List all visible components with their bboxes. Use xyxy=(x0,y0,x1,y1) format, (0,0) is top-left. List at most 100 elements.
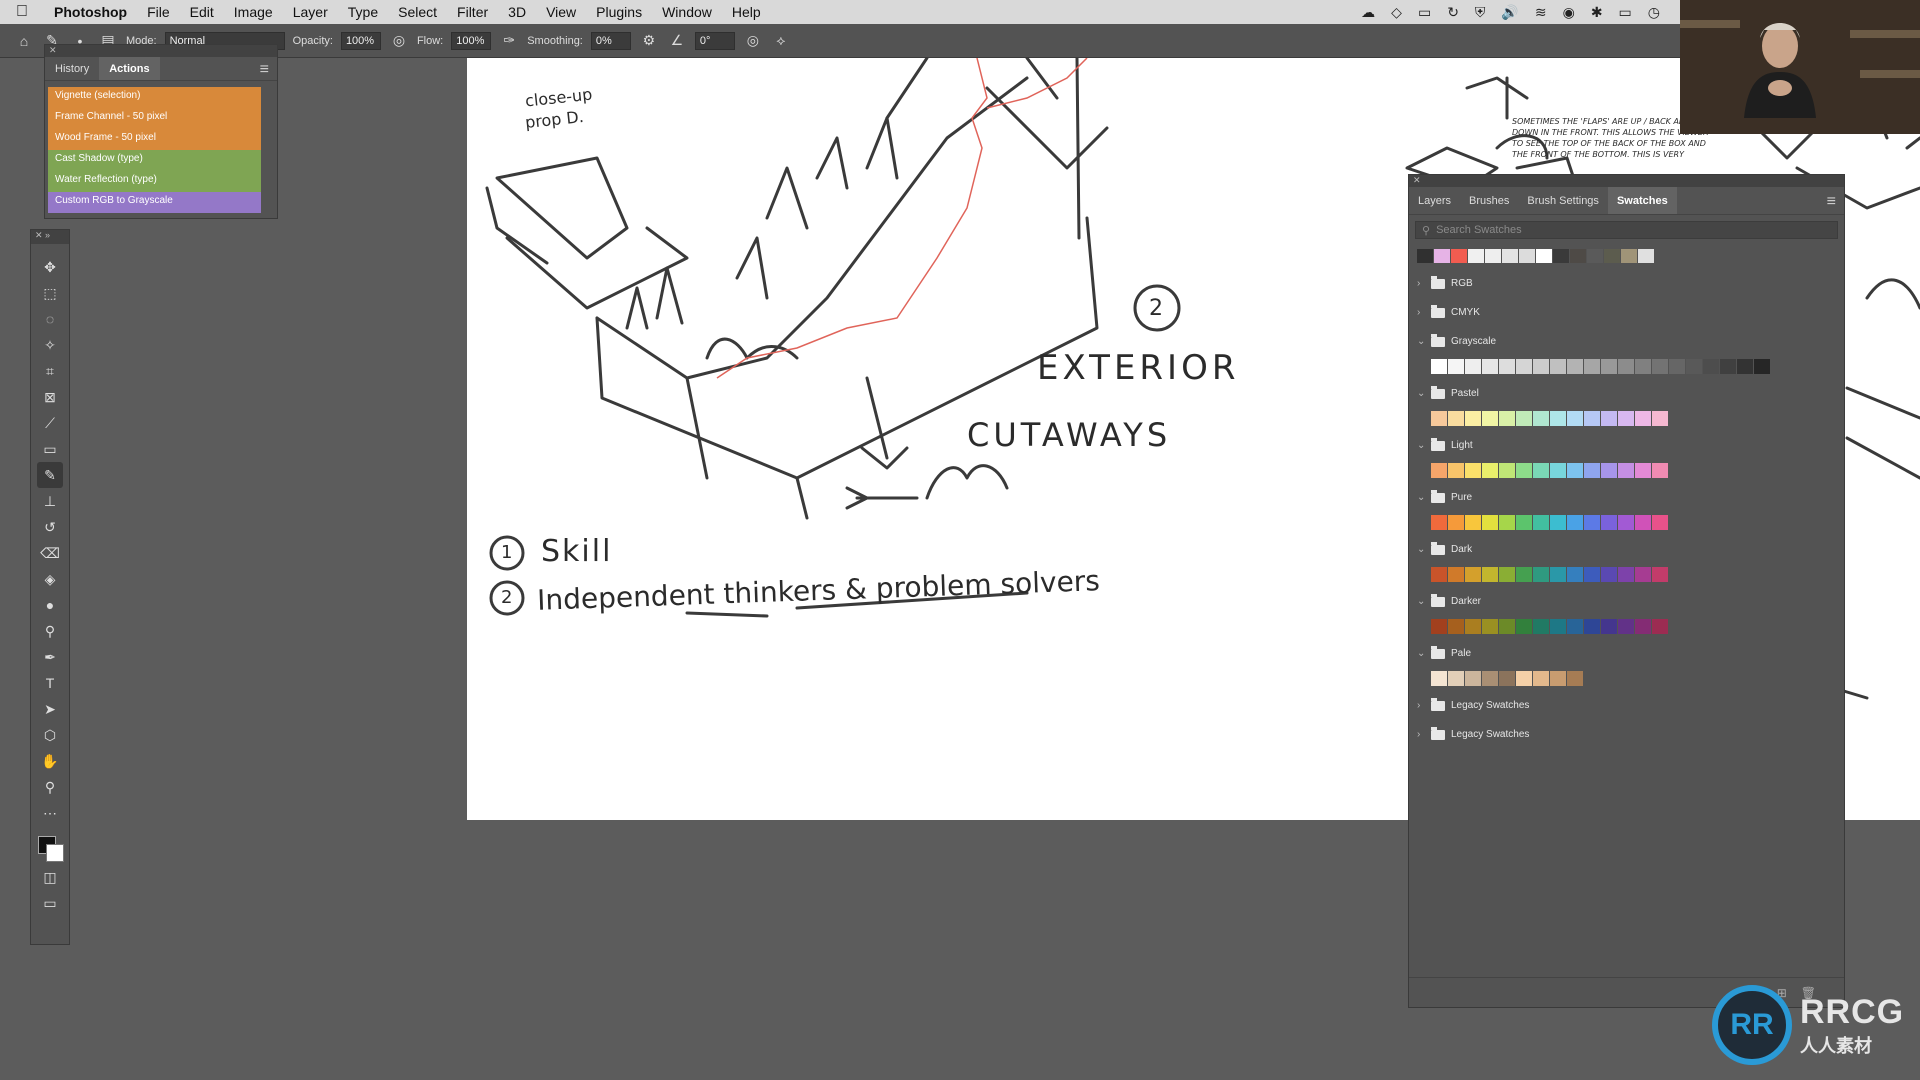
hand-tool-icon[interactable]: ✋ xyxy=(37,748,63,774)
color-swatch[interactable] xyxy=(1601,411,1617,426)
pen-tool-icon[interactable]: ✒ xyxy=(37,644,63,670)
swatch-search-field[interactable]: ⚲ Search Swatches xyxy=(1415,221,1838,239)
color-swatch[interactable] xyxy=(1550,671,1566,686)
color-swatch[interactable] xyxy=(1601,515,1617,530)
color-swatch[interactable] xyxy=(1482,411,1498,426)
color-swatch[interactable] xyxy=(1465,619,1481,634)
crop-tool-icon[interactable]: ⌗ xyxy=(37,358,63,384)
menu-window[interactable]: Window xyxy=(652,4,722,20)
menu-type[interactable]: Type xyxy=(338,4,388,20)
recent-swatch[interactable] xyxy=(1570,249,1586,263)
swatch-group-row[interactable]: ⌄ Pastel xyxy=(1409,379,1844,408)
shield-icon[interactable]: ⛨ xyxy=(1475,4,1486,21)
menu-edit[interactable]: Edit xyxy=(180,4,224,20)
color-swatch[interactable] xyxy=(1584,619,1600,634)
color-swatch[interactable] xyxy=(1550,359,1566,374)
dropbox-icon[interactable]: ◇ xyxy=(1391,4,1402,21)
swatch-group-row[interactable]: › RGB xyxy=(1409,269,1844,298)
panel-menu-icon[interactable]: ≡ xyxy=(1819,187,1844,214)
color-swatch[interactable] xyxy=(1448,411,1464,426)
shape-tool-icon[interactable]: ⬡ xyxy=(37,722,63,748)
battery-icon[interactable]: ▭ xyxy=(1619,4,1632,21)
color-swatch[interactable] xyxy=(1431,411,1447,426)
menu-image[interactable]: Image xyxy=(224,4,283,20)
volume-icon[interactable]: 🔊 xyxy=(1501,4,1518,21)
chevron-down-icon[interactable]: ⌄ xyxy=(1417,336,1425,347)
chevron-down-icon[interactable]: ⌄ xyxy=(1417,596,1425,607)
dodge-tool-icon[interactable]: ⚲ xyxy=(37,618,63,644)
swatch-group-row[interactable]: ⌄ Dark xyxy=(1409,535,1844,564)
color-swatch[interactable] xyxy=(1533,619,1549,634)
swatch-group-row[interactable]: › CMYK xyxy=(1409,298,1844,327)
recent-swatch[interactable] xyxy=(1502,249,1518,263)
chevron-down-icon[interactable]: ⌄ xyxy=(1417,388,1425,399)
color-swatch[interactable] xyxy=(1448,567,1464,582)
color-swatch[interactable] xyxy=(1465,359,1481,374)
chevron-right-icon[interactable]: › xyxy=(1417,278,1425,289)
color-swatch[interactable] xyxy=(1431,359,1447,374)
color-swatch[interactable] xyxy=(1550,515,1566,530)
color-swatch[interactable] xyxy=(1550,619,1566,634)
gear-icon[interactable]: ⚙ xyxy=(639,31,659,51)
color-swatch[interactable] xyxy=(1601,463,1617,478)
recent-swatch[interactable] xyxy=(1638,249,1654,263)
recent-swatch[interactable] xyxy=(1553,249,1569,263)
color-swatch[interactable] xyxy=(1431,463,1447,478)
menu-filter[interactable]: Filter xyxy=(447,4,498,20)
color-swatch[interactable] xyxy=(1652,567,1668,582)
color-swatch[interactable] xyxy=(1516,411,1532,426)
color-swatch[interactable] xyxy=(1448,463,1464,478)
color-swatch[interactable] xyxy=(1584,567,1600,582)
chevron-right-icon[interactable]: › xyxy=(1417,729,1425,740)
color-swatch[interactable] xyxy=(1635,411,1651,426)
flow-input[interactable]: 100% xyxy=(451,31,492,50)
frame-tool-icon[interactable]: ⊠ xyxy=(37,384,63,410)
swatch-group-row[interactable]: ⌄ Light xyxy=(1409,431,1844,460)
color-swatch[interactable] xyxy=(1584,359,1600,374)
color-swatch[interactable] xyxy=(1652,411,1668,426)
bluetooth-icon[interactable]: ✱ xyxy=(1591,4,1603,21)
color-swatch[interactable] xyxy=(1635,359,1651,374)
panel-close-bar[interactable]: ✕ xyxy=(45,45,277,57)
color-swatch[interactable] xyxy=(1601,359,1617,374)
more-tools-icon[interactable]: ⋯ xyxy=(37,800,63,826)
marquee-tool-icon[interactable]: ⬚ xyxy=(37,280,63,306)
menu-layer[interactable]: Layer xyxy=(283,4,338,20)
color-swatch[interactable] xyxy=(1499,619,1515,634)
clock-icon[interactable]: ◷ xyxy=(1648,4,1660,21)
creative-cloud-icon[interactable]: ☁ xyxy=(1361,4,1375,21)
panel-close-bar[interactable]: ✕ xyxy=(1409,175,1844,187)
tab-layers[interactable]: Layers xyxy=(1409,187,1460,214)
color-swatch[interactable] xyxy=(1550,463,1566,478)
move-tool-icon[interactable]: ✥ xyxy=(37,254,63,280)
chevron-down-icon[interactable]: ⌄ xyxy=(1417,440,1425,451)
zoom-tool-icon[interactable]: ⚲ xyxy=(37,774,63,800)
color-swatch[interactable] xyxy=(1482,359,1498,374)
color-swatch[interactable] xyxy=(1652,463,1668,478)
sync-icon[interactable]: ↻ xyxy=(1447,4,1459,21)
color-swatch[interactable] xyxy=(1720,359,1736,374)
action-item[interactable]: Custom RGB to Grayscale xyxy=(48,192,261,213)
swatch-group-row[interactable]: › Legacy Swatches xyxy=(1409,691,1844,720)
color-swatch[interactable] xyxy=(1686,359,1702,374)
color-swatch[interactable] xyxy=(1618,619,1634,634)
recent-swatch[interactable] xyxy=(1587,249,1603,263)
color-swatch[interactable] xyxy=(1482,671,1498,686)
recent-swatch[interactable] xyxy=(1604,249,1620,263)
smoothing-input[interactable]: 0% xyxy=(590,31,631,50)
color-swatch[interactable] xyxy=(1584,463,1600,478)
menu-file[interactable]: File xyxy=(137,4,180,20)
quick-mask-icon[interactable]: ◫ xyxy=(37,864,63,890)
menu-help[interactable]: Help xyxy=(722,4,771,20)
menu-select[interactable]: Select xyxy=(388,4,447,20)
color-swatch[interactable] xyxy=(1754,359,1770,374)
color-swatch[interactable] xyxy=(1567,411,1583,426)
tab-brush-settings[interactable]: Brush Settings xyxy=(1518,187,1608,214)
swatch-group-row[interactable]: ⌄ Darker xyxy=(1409,587,1844,616)
recent-swatch[interactable] xyxy=(1417,249,1433,263)
chevron-right-icon[interactable]: › xyxy=(1417,700,1425,711)
brush-tool-icon[interactable]: ✎ xyxy=(37,462,63,488)
color-swatch[interactable] xyxy=(1448,619,1464,634)
eyedropper-tool-icon[interactable]: ⟋ xyxy=(37,410,63,436)
airbrush-icon[interactable]: ✑ xyxy=(499,31,519,51)
